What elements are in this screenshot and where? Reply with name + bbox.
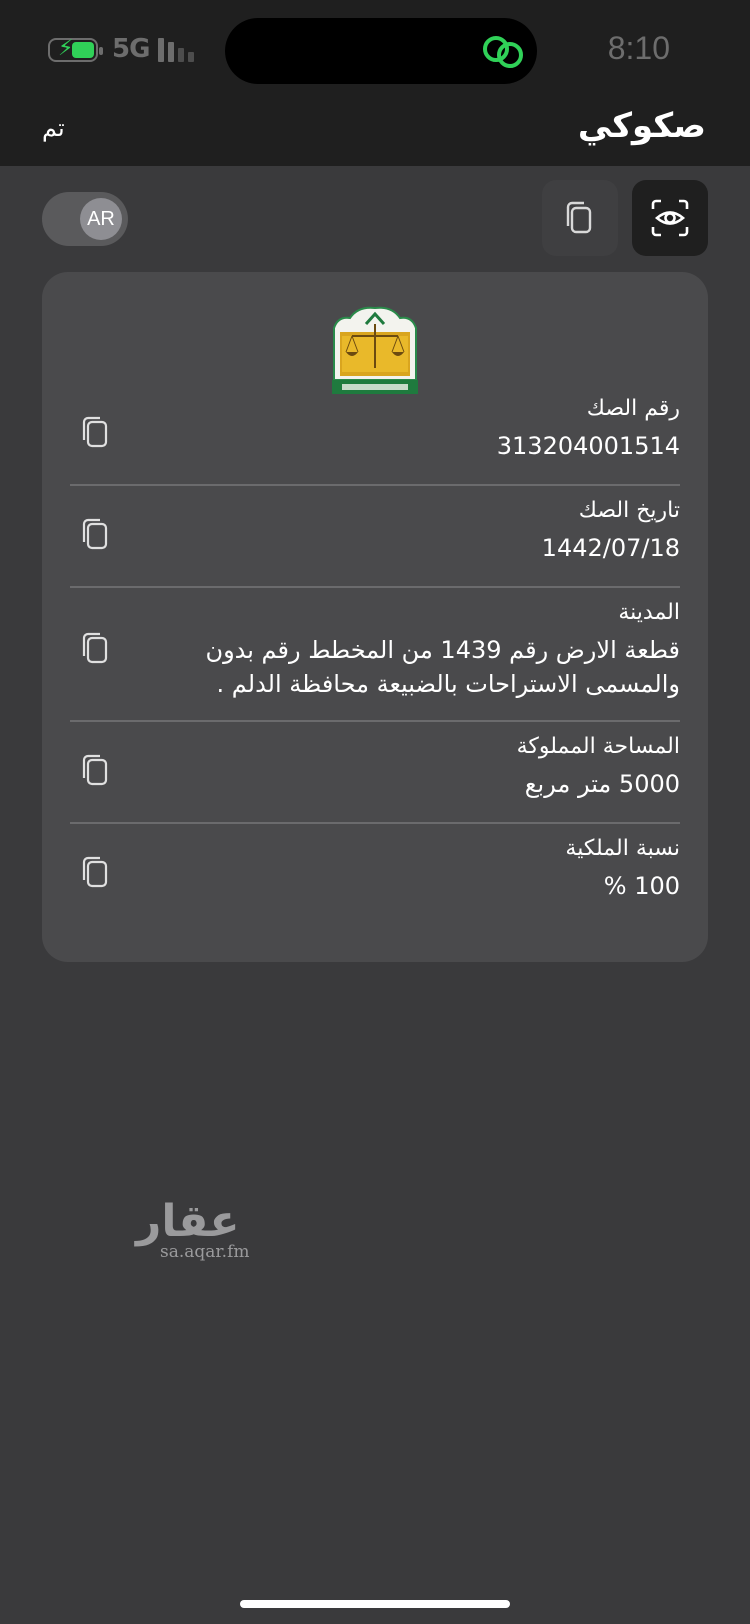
ownership-percentage-field: نسبة الملكية 100 % [70, 836, 680, 916]
deed-number-field: رقم الصك 313204001514 [70, 396, 680, 476]
field-label: تاريخ الصك [578, 498, 680, 523]
divider [70, 720, 680, 722]
language-toggle[interactable]: AR [42, 192, 128, 246]
field-value: 1442/07/18 [541, 534, 680, 562]
battery-charging-icon: ⚡ [48, 37, 103, 62]
language-toggle-knob: AR [80, 198, 122, 240]
watermark-url: sa.aqar.fm [160, 1242, 250, 1262]
copy-icon[interactable] [80, 854, 110, 890]
eye-scan-icon [651, 199, 689, 237]
field-label: رقم الصك [586, 396, 680, 421]
done-button[interactable]: تم [42, 114, 65, 142]
page-title: صكوكي [577, 106, 706, 146]
divider [70, 484, 680, 486]
field-label: نسبة الملكية [565, 836, 680, 861]
aqar-watermark: عقار sa.aqar.fm [136, 1196, 256, 1266]
field-value-line-2: والمسمى الاستراحات بالضبيعة محافظة الدلم… [216, 670, 680, 698]
network-type: 5G [112, 34, 150, 64]
status-bar: ⚡ 5G 8:10 [0, 0, 750, 100]
divider [70, 822, 680, 824]
field-value: 313204001514 [496, 432, 680, 460]
ministry-of-justice-emblem [332, 306, 418, 394]
field-value: 5000 متر مربع [524, 770, 680, 798]
divider [70, 586, 680, 588]
field-label: المدينة [618, 600, 680, 625]
view-scan-button[interactable] [632, 180, 708, 256]
screen: ⚡ 5G 8:10 تم صكوكي AR رقم الصك 313204001… [0, 0, 750, 1624]
status-time: 8:10 [607, 30, 670, 66]
copy-icon[interactable] [80, 516, 110, 552]
copy-all-button[interactable] [542, 180, 618, 256]
linked-rings-icon [483, 36, 523, 68]
deed-date-field: تاريخ الصك 1442/07/18 [70, 498, 680, 578]
copy-icon[interactable] [80, 630, 110, 666]
field-label: المساحة المملوكة [516, 734, 680, 759]
city-field: المدينة قطعة الارض رقم 1439 من المخطط رق… [70, 600, 680, 710]
home-indicator[interactable] [240, 1600, 510, 1608]
field-value-line-1: قطعة الارض رقم 1439 من المخطط رقم بدون [205, 636, 680, 664]
copy-icon[interactable] [80, 752, 110, 788]
field-value: 100 % [603, 872, 680, 900]
owned-area-field: المساحة المملوكة 5000 متر مربع [70, 734, 680, 814]
signal-bars-icon [158, 38, 198, 62]
deed-card: رقم الصك 313204001514 تاريخ الصك 1442/07… [42, 272, 708, 962]
copy-icon[interactable] [80, 414, 110, 450]
navigation-bar: تم صكوكي [0, 100, 750, 166]
watermark-logo-text: عقار [136, 1196, 240, 1247]
dynamic-island[interactable] [225, 18, 537, 84]
copy-icon [566, 201, 592, 234]
